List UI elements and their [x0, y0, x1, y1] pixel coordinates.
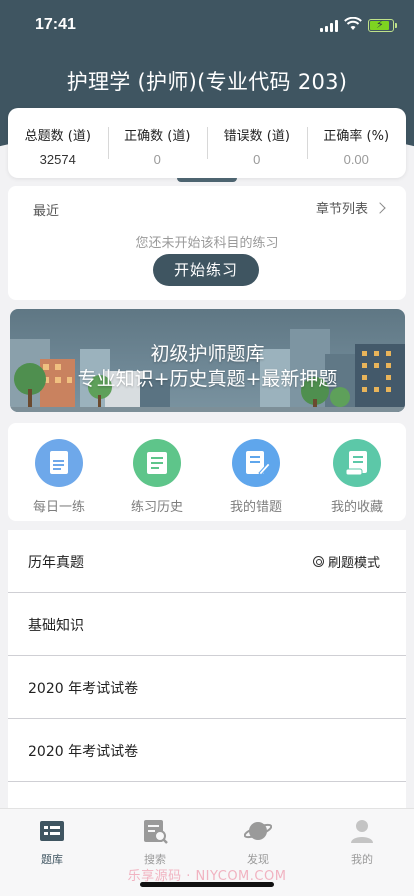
shortcut-daily-practice[interactable]: 每日一练 — [19, 439, 99, 515]
stat-correct: 正确数 (道) 0 — [107, 108, 208, 178]
page-title: 护理学 (护师)(专业代码 203) — [66, 70, 348, 94]
daily-practice-icon — [35, 439, 83, 487]
gear-icon — [312, 556, 324, 567]
banner-subtitle: 专业知识+历史真题+最新押题 — [77, 368, 338, 390]
stat-label: 正确数 (道) — [124, 129, 191, 144]
chapter-list-label: 章节列表 — [315, 202, 368, 217]
discover-planet-icon — [243, 817, 273, 845]
chevron-right-icon — [374, 201, 386, 214]
list-item-label: 历年真题 — [28, 555, 84, 571]
chapter-list-link[interactable]: 章节列表 — [315, 198, 386, 217]
tab-question-bank[interactable]: 题库 — [22, 817, 82, 867]
recent-label: 最近 — [33, 204, 60, 219]
wifi-icon — [344, 17, 362, 30]
wrong-questions-icon — [232, 439, 280, 487]
battery-icon: ⚡ — [368, 18, 397, 32]
stat-label: 总题数 (道) — [24, 129, 91, 144]
practice-mode-label: 刷题模式 — [327, 556, 380, 571]
shortcut-grid: 每日一练 练习历史 我的错题 我的收藏 — [8, 423, 406, 521]
stat-total: 总题数 (道) 32574 — [8, 108, 108, 178]
empty-hint: 您还未开始该科目的练习 — [135, 236, 279, 251]
start-practice-button[interactable]: 开始练习 — [153, 254, 259, 286]
shortcut-practice-history[interactable]: 练习历史 — [117, 439, 197, 515]
promo-banner[interactable]: 初级护师题库 专业知识+历史真题+最新押题 — [10, 309, 405, 412]
question-bank-icon — [38, 817, 66, 845]
shortcut-wrong-questions[interactable]: 我的错题 — [216, 439, 296, 515]
status-time: 17:41 — [35, 16, 76, 33]
stat-accuracy: 正确率 (%) 0.00 — [306, 108, 407, 178]
practice-history-icon — [133, 439, 181, 487]
list-item-label: 2020 年考试试卷 — [28, 744, 139, 760]
stat-label: 错误数 (道) — [223, 129, 290, 144]
list-item-label: 2020 年考试试卷 — [28, 681, 139, 697]
tab-search[interactable]: 搜索 — [125, 817, 185, 867]
tab-profile[interactable]: 我的 — [332, 817, 392, 867]
list-item[interactable]: 基础知识 — [8, 593, 406, 656]
recent-card: 最近 章节列表 您还未开始该科目的练习 开始练习 — [8, 186, 406, 300]
stat-label: 正确率 (%) — [323, 129, 390, 144]
list-item[interactable]: 历年真题 刷题模式 — [8, 530, 406, 593]
list-item[interactable]: 2020 年考试试卷 — [8, 656, 406, 719]
shortcut-favorites[interactable]: 我的收藏 — [317, 439, 397, 515]
shortcut-label: 我的收藏 — [330, 500, 383, 515]
list-item-label: 基础知识 — [28, 618, 84, 634]
tab-discover[interactable]: 发现 — [228, 817, 288, 867]
shortcut-label: 我的错题 — [229, 500, 282, 515]
shortcut-label: 练习历史 — [130, 500, 183, 515]
stats-card: 总题数 (道) 32574 正确数 (道) 0 错误数 (道) 0 正确率 (%… — [8, 108, 406, 178]
stat-value: 0 — [153, 152, 161, 167]
stat-value: 32574 — [39, 152, 76, 167]
search-icon — [141, 817, 169, 845]
exam-list: 历年真题 刷题模式 基础知识 2020 年考试试卷 2020 年考试试卷 — [8, 530, 406, 810]
banner-title: 初级护师题库 — [150, 343, 265, 365]
home-indicator — [140, 882, 274, 887]
profile-icon — [348, 817, 376, 845]
list-item[interactable]: 2020 年考试试卷 — [8, 719, 406, 782]
stat-wrong: 错误数 (道) 0 — [207, 108, 307, 178]
status-bar: 17:41 ⚡ — [0, 0, 414, 50]
favorites-icon — [333, 439, 381, 487]
stats-tab-indicator — [177, 178, 237, 182]
practice-mode-button[interactable]: 刷题模式 — [312, 552, 380, 571]
stat-value: 0.00 — [343, 152, 369, 167]
signal-icon — [320, 20, 340, 32]
shortcut-label: 每日一练 — [32, 500, 85, 515]
stat-value: 0 — [253, 152, 261, 167]
